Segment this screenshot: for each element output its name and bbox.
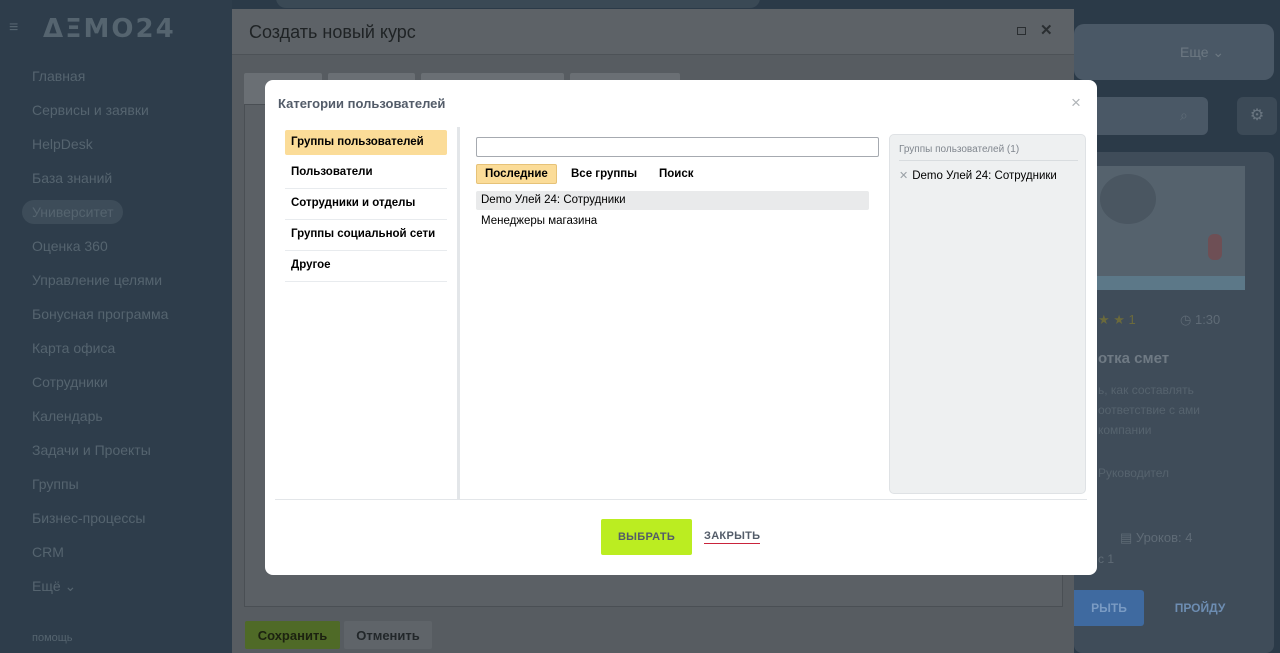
nav-item-goals[interactable]: Управление целями	[22, 268, 222, 302]
close-button[interactable]: ЗАКРЫТЬ	[704, 530, 761, 544]
close-icon[interactable]: ✕	[1040, 21, 1053, 39]
search-input[interactable]	[476, 137, 879, 157]
category-social-groups[interactable]: Группы социальной сети	[285, 220, 447, 251]
nav-item-tasks[interactable]: Задачи и Проекты	[22, 438, 222, 472]
course-card-image	[1090, 166, 1245, 290]
nav-item-university-label: Университет	[22, 200, 124, 224]
remove-icon[interactable]: ✕	[899, 170, 908, 182]
selected-item-label: Demo Улей 24: Сотрудники	[912, 170, 1057, 182]
category-users[interactable]: Пользователи	[285, 158, 447, 189]
course-description: ь, как составлять оответствие с ами комп…	[1098, 383, 1200, 437]
course-rating: ★ ★ 1	[1098, 312, 1136, 327]
category-other[interactable]: Другое	[285, 251, 447, 282]
nav-item-calendar[interactable]: Календарь	[22, 404, 222, 438]
result-row[interactable]: Demo Улей 24: Сотрудники	[476, 191, 869, 210]
category-employees-departments[interactable]: Сотрудники и отделы	[285, 189, 447, 220]
nav-item-knowledge-base[interactable]: База знаний	[22, 166, 222, 200]
ground-illustration	[1090, 276, 1245, 290]
nav-item-employees[interactable]: Сотрудники	[22, 370, 222, 404]
hamburger-menu-icon[interactable]: ≡	[9, 20, 18, 36]
nav-item-home[interactable]: Главная	[22, 64, 222, 98]
nav-item-business-processes[interactable]: Бизнес-процессы	[22, 506, 222, 540]
select-button[interactable]: ВЫБРАТЬ	[601, 519, 692, 555]
course-duration-value: 1:30	[1194, 312, 1221, 327]
course-title: отка смет	[1098, 350, 1170, 367]
nav-item-office-map[interactable]: Карта офиса	[22, 336, 222, 370]
course-lessons: ▤ Уроков: 4	[1120, 530, 1193, 545]
nav-item-helpdesk[interactable]: HelpDesk	[22, 132, 222, 166]
result-row[interactable]: Менеджеры магазина	[476, 212, 869, 231]
selected-panel-header: Группы пользователей (1)	[899, 144, 1078, 161]
nav-item-more[interactable]: Ещё ⌄	[22, 574, 222, 608]
main-nav: Главная Сервисы и заявки HelpDesk База з…	[22, 64, 222, 608]
save-button[interactable]: Сохранить	[245, 621, 340, 649]
tree-illustration	[1100, 174, 1156, 224]
person-illustration	[1208, 234, 1222, 260]
help-link[interactable]: помощь	[32, 632, 73, 644]
nav-item-crm[interactable]: CRM	[22, 540, 222, 574]
selected-item: ✕ Demo Улей 24: Сотрудники	[899, 169, 1057, 182]
nav-item-university[interactable]: Университет	[22, 200, 222, 234]
course-author: Руководител	[1098, 466, 1170, 480]
course-lessons-value: Уроков: 4	[1135, 530, 1193, 545]
column-divider	[457, 127, 460, 499]
create-course-dialog-header: Создать новый курс ✕	[232, 9, 1074, 55]
selected-panel: Группы пользователей (1) ✕ Demo Улей 24: …	[889, 134, 1086, 494]
course-pass-button[interactable]: ПРОЙДУ	[1158, 590, 1242, 626]
more-button[interactable]	[1074, 24, 1274, 80]
category-list: Группы пользователей Пользователи Сотруд…	[285, 130, 447, 282]
tab-recent[interactable]: Последние	[476, 164, 557, 184]
cancel-button[interactable]: Отменить	[344, 621, 432, 649]
nav-item-groups[interactable]: Группы	[22, 472, 222, 506]
course-duration: ◷ 1:30	[1180, 312, 1221, 327]
create-course-dialog-title: Создать новый курс	[249, 22, 416, 42]
popup-close-icon[interactable]: ×	[1071, 93, 1081, 113]
popup-title: Категории пользователей	[278, 96, 446, 111]
left-sidebar: ≡ ΔΞMO24 Главная Сервисы и заявки HelpDe…	[0, 0, 232, 653]
maximize-icon[interactable]	[1017, 27, 1026, 35]
course-open-button[interactable]: РЫТЬ	[1074, 590, 1144, 626]
settings-gear-icon[interactable]: ⚙	[1237, 97, 1277, 135]
category-user-groups[interactable]: Группы пользователей	[285, 130, 447, 155]
nav-item-services[interactable]: Сервисы и заявки	[22, 98, 222, 132]
logo[interactable]: ΔΞMO24	[43, 14, 176, 44]
tab-all-groups[interactable]: Все группы	[571, 164, 637, 184]
nav-item-bonus[interactable]: Бонусная программа	[22, 302, 222, 336]
search-icon: ⌕	[1180, 107, 1188, 123]
tab-search[interactable]: Поиск	[659, 164, 694, 184]
more-button-label: Еще ⌄	[1180, 44, 1225, 60]
footer-divider	[275, 499, 1087, 500]
course-lessons-extra: с 1	[1098, 552, 1115, 566]
user-categories-popup: Категории пользователей × Группы пользов…	[265, 80, 1097, 575]
nav-item-assessment-360[interactable]: Оценка 360	[22, 234, 222, 268]
top-search-bar[interactable]	[276, 0, 760, 8]
